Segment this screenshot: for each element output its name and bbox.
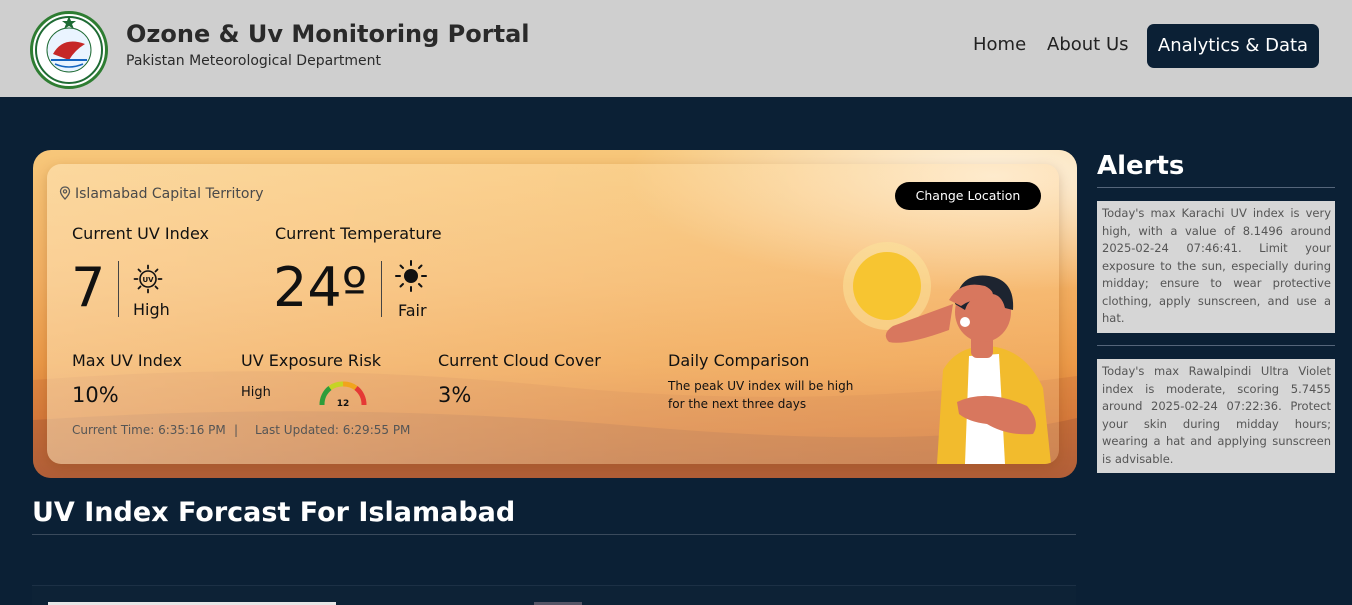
forecast-section-title: UV Index Forcast For Islamabad <box>32 497 516 528</box>
alert-item-rawalpindi: Today's max Rawalpindi Ultra Violet inde… <box>1097 359 1335 473</box>
daily-comparison-line-2: for the next three days <box>668 397 807 411</box>
site-subtitle: Pakistan Meteorological Department <box>126 53 382 69</box>
max-uv-value: 10% <box>72 383 119 407</box>
pmd-logo[interactable] <box>30 11 108 89</box>
nav-analytics-data-button[interactable]: Analytics & Data <box>1147 24 1319 68</box>
location-text: Islamabad Capital Territory <box>75 186 264 202</box>
uv-info-panel: Islamabad Capital Territory Change Locat… <box>47 164 1059 464</box>
site-header: Ozone & Uv Monitoring Portal Pakistan Me… <box>0 0 1352 97</box>
last-updated: Last Updated: 6:29:55 PM <box>255 423 411 437</box>
uv-level-label: High <box>133 300 170 319</box>
temperature-divider <box>381 261 382 317</box>
daily-comparison-label: Daily Comparison <box>668 351 810 370</box>
nav-home[interactable]: Home <box>973 34 1026 55</box>
site-title: Ozone & Uv Monitoring Portal <box>126 20 530 48</box>
uv-gauge-value: 12 <box>337 399 350 408</box>
uv-divider <box>118 261 119 317</box>
cloud-cover-value: 3% <box>438 383 472 407</box>
current-uv-value: 7 <box>71 256 106 319</box>
daily-comparison-line-1: The peak UV index will be high <box>668 379 854 393</box>
sun-icon <box>395 260 427 292</box>
uv-exposure-risk-label: UV Exposure Risk <box>241 351 382 370</box>
sun-person-illustration <box>843 242 1051 464</box>
current-temperature-label: Current Temperature <box>275 224 442 243</box>
location-pin-icon <box>59 186 71 200</box>
max-uv-label: Max UV Index <box>72 351 182 370</box>
alerts-item-divider <box>1097 345 1335 346</box>
pmd-logo-graphic <box>35 16 103 84</box>
uv-exposure-level: High <box>241 385 271 400</box>
time-separator: | <box>234 423 239 437</box>
uv-badge-text: UV <box>142 276 154 284</box>
uv-hero-card: Islamabad Capital Territory Change Locat… <box>33 150 1077 478</box>
location-label: Islamabad Capital Territory <box>59 186 264 202</box>
forecast-chart-container <box>32 585 1076 605</box>
alerts-title: Alerts <box>1097 151 1185 181</box>
current-temperature-value: 24º <box>273 256 368 319</box>
uv-gauge-icon: 12 <box>319 381 367 408</box>
cloud-cover-label: Current Cloud Cover <box>438 351 601 370</box>
nav-about-us[interactable]: About Us <box>1047 34 1129 55</box>
current-time: Current Time: 6:35:16 PM <box>72 423 226 437</box>
uv-sun-icon: UV <box>133 264 163 294</box>
weather-condition: Fair <box>398 301 427 320</box>
current-uv-label: Current UV Index <box>72 224 209 243</box>
change-location-button[interactable]: Change Location <box>895 182 1041 210</box>
alerts-divider <box>1097 187 1335 188</box>
forecast-divider <box>32 534 1076 535</box>
alert-item-karachi: Today's max Karachi UV index is very hig… <box>1097 201 1335 333</box>
